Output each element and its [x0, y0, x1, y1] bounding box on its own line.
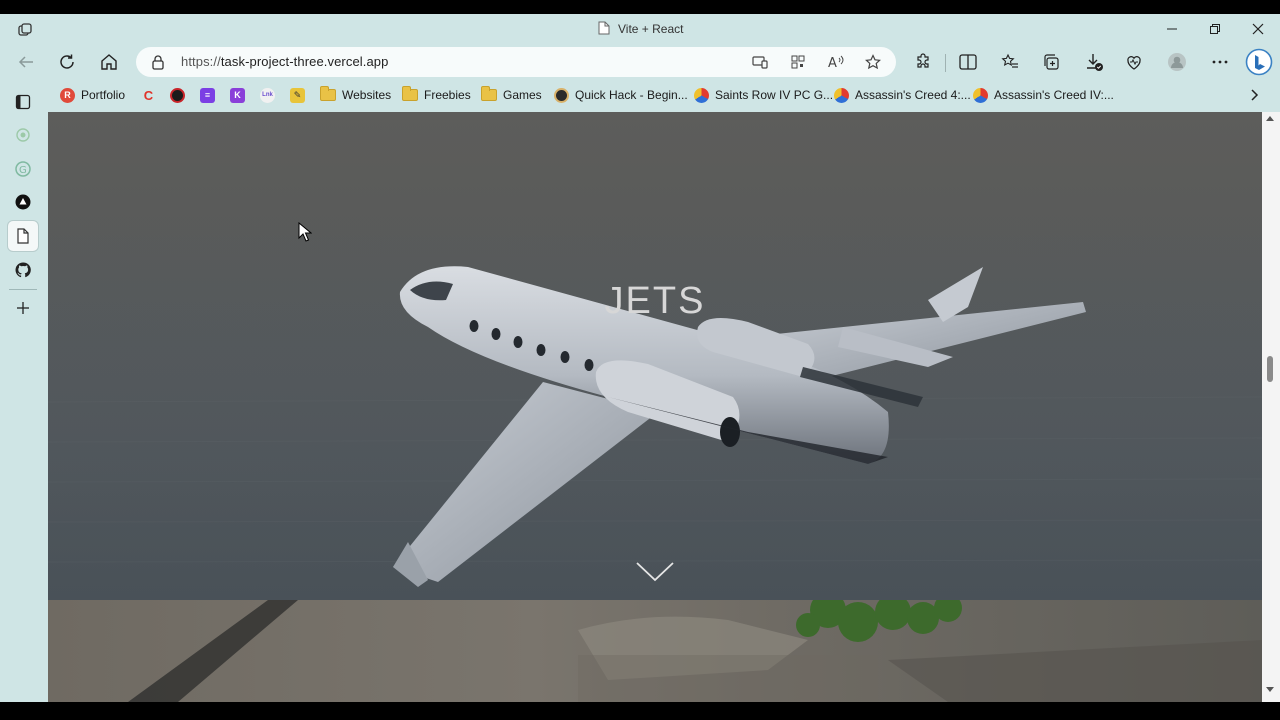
next-section-image: [48, 600, 1262, 702]
url-host: task-project-three.vercel.app: [220, 54, 389, 69]
sidebar-app-1-icon[interactable]: [8, 120, 38, 150]
page-viewport: JETS: [48, 112, 1262, 702]
edge-sidebar: G: [0, 94, 46, 706]
sidebar-separator: [9, 289, 37, 290]
lock-icon[interactable]: [150, 54, 166, 70]
scroll-down-arrow-icon[interactable]: [1266, 687, 1274, 692]
bookmark-assassins-creed-iv[interactable]: Assassin's Creed IV:...: [973, 86, 1114, 104]
svg-text:G: G: [19, 165, 27, 176]
game-icon: [694, 87, 709, 103]
folder-icon: [320, 86, 336, 101]
c-icon: C: [143, 87, 154, 103]
k-icon: K: [230, 87, 245, 103]
bookmark-folder-websites[interactable]: Websites: [320, 86, 391, 104]
scroll-thumb[interactable]: [1267, 356, 1273, 382]
bookmark-c[interactable]: C: [141, 86, 156, 104]
hack-icon: [554, 87, 569, 103]
vertical-scrollbar[interactable]: [1262, 112, 1280, 702]
url-prefix: https://: [181, 54, 221, 69]
collections-icon[interactable]: [1038, 49, 1064, 75]
add-sidebar-app-icon[interactable]: [8, 293, 38, 323]
bookmark-2[interactable]: [170, 86, 185, 104]
pen-icon: ✎: [290, 87, 305, 103]
navigation-bar: https://task-project-three.vercel.app A: [0, 46, 1280, 78]
bookmarks-overflow-chevron-icon[interactable]: [1250, 86, 1260, 104]
bookmark-saints-row[interactable]: Saints Row IV PC G...: [694, 86, 833, 104]
scroll-up-arrow-icon[interactable]: [1266, 116, 1274, 121]
bookmark-folder-freebies[interactable]: Freebies: [402, 86, 471, 104]
qr-code-icon[interactable]: [789, 53, 807, 71]
page-icon: [598, 21, 610, 38]
workspaces-icon[interactable]: [16, 21, 34, 39]
url-text[interactable]: https://task-project-three.vercel.app: [181, 54, 388, 69]
folder-icon: [481, 86, 497, 101]
minimize-icon[interactable]: [1161, 20, 1183, 38]
refresh-icon[interactable]: [54, 49, 80, 75]
tab-actions-icon[interactable]: [8, 87, 38, 117]
bookmark-portfolio[interactable]: R Portfolio: [60, 86, 125, 104]
close-icon[interactable]: [1247, 20, 1269, 38]
bookmark-4[interactable]: K: [230, 86, 245, 104]
purple-icon: ≡: [200, 87, 215, 103]
grammarly-icon[interactable]: G: [8, 154, 38, 184]
extensions-icon[interactable]: [910, 49, 936, 75]
toolbar-separator: [945, 54, 946, 72]
bookmark-folder-games[interactable]: Games: [481, 86, 542, 104]
split-screen-icon[interactable]: [955, 49, 981, 75]
read-aloud-icon[interactable]: A: [827, 53, 845, 71]
triangle-app-icon[interactable]: [8, 187, 38, 217]
page-document-icon[interactable]: [8, 221, 38, 251]
home-icon[interactable]: [96, 49, 122, 75]
favorites-icon[interactable]: [997, 49, 1023, 75]
mouse-cursor-icon: [298, 222, 312, 242]
restore-icon[interactable]: [1204, 20, 1226, 38]
bookmark-3[interactable]: ≡: [200, 86, 215, 104]
address-bar[interactable]: https://task-project-three.vercel.app A: [136, 47, 896, 77]
profile-avatar-icon[interactable]: [1164, 49, 1190, 75]
bookmark-6[interactable]: ✎: [290, 86, 305, 104]
game-icon: [834, 87, 849, 103]
tab[interactable]: Vite + React: [598, 21, 683, 37]
scroll-down-chevron-icon[interactable]: [635, 560, 675, 584]
bookmark-quick-hack[interactable]: Quick Hack - Begin...: [554, 86, 688, 104]
browser-essentials-icon[interactable]: [1121, 49, 1147, 75]
bookmark-5[interactable]: Lnk: [260, 86, 275, 104]
hero-section: JETS: [48, 112, 1262, 600]
app-available-icon[interactable]: [751, 53, 769, 71]
downloads-icon[interactable]: [1081, 49, 1107, 75]
red-circle-icon: [170, 87, 185, 103]
back-icon[interactable]: [13, 49, 39, 75]
lnk-icon: Lnk: [260, 87, 275, 103]
bing-copilot-icon[interactable]: [1244, 47, 1274, 77]
screen-bottom-border: [0, 702, 1280, 720]
game-icon: [973, 87, 988, 103]
portfolio-icon: R: [60, 87, 75, 103]
bookmarks-bar: R Portfolio C ≡ K Lnk ✎ Websites Freebie…: [0, 81, 1280, 109]
folder-icon: [402, 86, 418, 101]
hero-title: JETS: [604, 280, 706, 322]
screen-top-border: [0, 0, 1280, 14]
svg-text:A: A: [828, 56, 837, 69]
beach-image: [128, 600, 1262, 702]
github-icon[interactable]: [8, 255, 38, 285]
more-options-icon[interactable]: [1207, 49, 1233, 75]
jet-image: [48, 112, 1262, 600]
tab-title: Vite + React: [618, 22, 684, 36]
favorite-star-icon[interactable]: [864, 53, 882, 71]
bookmark-assassins-creed-4[interactable]: Assassin's Creed 4:...: [834, 86, 971, 104]
title-bar: Vite + React: [0, 14, 1280, 44]
browser-chrome: Vite + React https://task-project-three.…: [0, 14, 1280, 112]
